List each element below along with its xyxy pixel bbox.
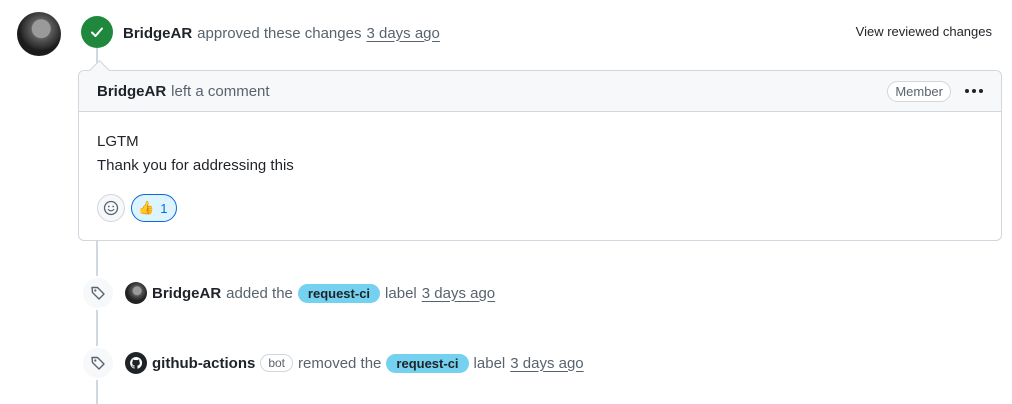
event-verb: added the (226, 284, 293, 302)
review-author-link[interactable]: BridgeAR (123, 25, 192, 42)
comment-body: LGTM Thank you for addressing this (79, 112, 1001, 178)
view-reviewed-changes-link[interactable]: View reviewed changes (856, 24, 992, 39)
review-comment: BridgeAR left a comment Member LGTM Than… (78, 70, 1002, 241)
tag-icon (81, 346, 115, 380)
comment-action-text: left a comment (171, 82, 270, 100)
event-actor-link[interactable]: BridgeAR (152, 285, 221, 302)
member-badge: Member (887, 80, 951, 102)
comment-line: LGTM (97, 133, 139, 150)
event-suffix: label (473, 354, 506, 372)
actor-avatar[interactable] (125, 282, 147, 304)
approved-check-icon (81, 16, 113, 48)
event-suffix: label (385, 284, 417, 302)
event-actor-link[interactable]: github-actions (152, 355, 255, 372)
tag-icon (81, 276, 115, 310)
comment-author-link[interactable]: BridgeAR (97, 83, 166, 100)
event-verb: removed the (298, 354, 382, 372)
timeline-event-label-added: BridgeAR added the request-ci label 3 da… (81, 276, 495, 310)
add-reaction-smiley-icon[interactable] (97, 194, 125, 222)
more-options-icon[interactable] (965, 89, 983, 93)
event-timestamp-link[interactable]: 3 days ago (422, 285, 495, 302)
review-header: BridgeAR approved these changes 3 days a… (123, 22, 440, 44)
bot-badge: bot (260, 354, 294, 372)
reaction-count: 1 (160, 200, 168, 216)
review-timestamp-link[interactable]: 3 days ago (366, 25, 439, 42)
reviewer-avatar[interactable] (17, 12, 61, 56)
github-octocat-icon[interactable] (125, 352, 147, 374)
label-chip[interactable]: request-ci (297, 283, 381, 303)
timeline-event-label-removed: github-actions bot removed the request-c… (81, 346, 584, 380)
comment-header: BridgeAR left a comment Member (79, 71, 1001, 112)
label-chip[interactable]: request-ci (386, 353, 469, 373)
reactions-bar: 👍 1 (97, 194, 178, 222)
event-timestamp-link[interactable]: 3 days ago (510, 355, 583, 372)
thumbs-up-icon: 👍 (138, 200, 155, 215)
thumbs-up-reaction-button[interactable]: 👍 1 (131, 194, 178, 222)
comment-line: Thank you for addressing this (97, 157, 294, 174)
review-action-text: approved these changes (197, 24, 362, 42)
